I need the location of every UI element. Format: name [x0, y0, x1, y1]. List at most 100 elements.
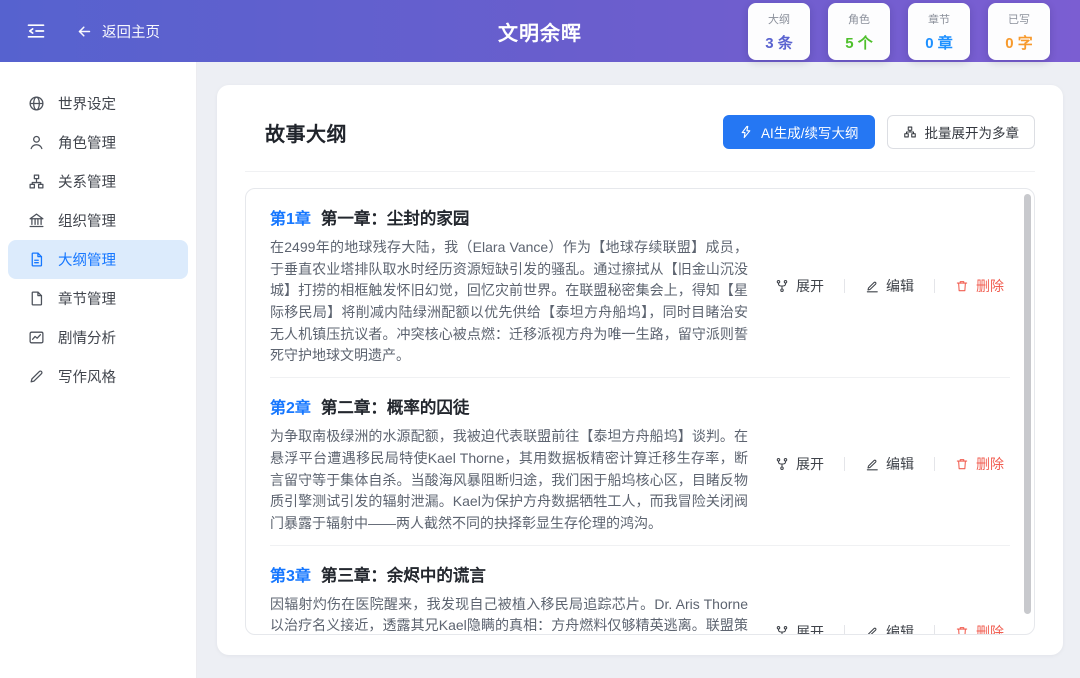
- edit-pencil-icon: [865, 457, 879, 471]
- chapter-number-badge: 第3章: [270, 562, 311, 586]
- scrollbar-thumb[interactable]: [1024, 194, 1031, 614]
- stat-value: 5 个: [845, 32, 873, 53]
- batch-expand-icon: [903, 125, 917, 139]
- action-label: 展开: [796, 276, 824, 296]
- chapter-number-badge: 第2章: [270, 394, 311, 418]
- chapter-list: 第1章第一章：尘封的家园在2499年的地球残存大陆，我（Elara Vance）…: [245, 188, 1035, 635]
- action-separator: [934, 279, 935, 293]
- stat-card: 已写0 字: [988, 3, 1050, 60]
- stat-label: 大纲: [768, 11, 790, 27]
- chapter-actions: 展开 编辑 删除: [775, 454, 1004, 474]
- collapse-sidebar-icon[interactable]: [26, 21, 46, 41]
- page-title-header: 文明余晖: [498, 17, 582, 46]
- section-title: 故事大纲: [265, 118, 347, 147]
- action-label: 删除: [976, 276, 1004, 296]
- relations-icon: [28, 173, 45, 190]
- header-stats: 大纲 3 条 角色 5 个 章节 0 章 已写0 字: [748, 3, 1080, 60]
- stat-value: 0 章: [925, 32, 953, 53]
- chapter-text-block: 第1章第一章：尘封的家园在2499年的地球残存大陆，我（Elara Vance）…: [270, 205, 748, 367]
- chapter-title: 第三章：余烬中的谎言: [321, 562, 486, 586]
- sidebar-item-outline-doc[interactable]: 大纲管理: [8, 240, 188, 279]
- header-left: 返回主页: [26, 21, 160, 42]
- chapter-summary: 因辐射灼伤在医院醒来，我发现自己被植入移民局追踪芯片。Dr. Aris Thor…: [270, 594, 748, 635]
- body-frame: 世界设定角色管理关系管理组织管理大纲管理章节管理剧情分析写作风格 故事大纲 AI…: [0, 62, 1080, 678]
- sidebar-item-label: 组织管理: [58, 210, 116, 231]
- stat-card: 角色 5 个: [828, 3, 890, 60]
- sidebar-item-organization[interactable]: 组织管理: [0, 201, 196, 240]
- stat-value: 3 条: [765, 32, 793, 53]
- sidebar-item-writing-style[interactable]: 写作风格: [0, 357, 196, 396]
- chapter-title: 第一章：尘封的家园: [321, 205, 470, 229]
- sidebar-item-plot-analysis[interactable]: 剧情分析: [0, 318, 196, 357]
- main-area: 故事大纲 AI生成/续写大纲: [196, 62, 1080, 678]
- edit-chapter-button[interactable]: 编辑: [865, 622, 914, 635]
- trash-icon: [955, 279, 969, 293]
- sidebar-item-label: 世界设定: [58, 93, 116, 114]
- organization-icon: [28, 212, 45, 229]
- top-header: 返回主页 文明余晖 大纲 3 条 角色 5 个 章节 0 章 已写0 字: [0, 0, 1080, 62]
- stat-label: 角色: [848, 11, 870, 27]
- stat-card: 章节 0 章: [908, 3, 970, 60]
- sidebar-item-chapter-file[interactable]: 章节管理: [0, 279, 196, 318]
- sidebar-item-label: 角色管理: [58, 132, 116, 153]
- edit-chapter-button[interactable]: 编辑: [865, 276, 914, 296]
- expand-chapter-button[interactable]: 展开: [775, 622, 824, 635]
- sidebar-item-relations[interactable]: 关系管理: [0, 162, 196, 201]
- action-label: 展开: [796, 622, 824, 635]
- delete-chapter-button[interactable]: 删除: [955, 276, 1004, 296]
- sidebar-item-label: 关系管理: [58, 171, 116, 192]
- expand-chapter-button[interactable]: 展开: [775, 276, 824, 296]
- back-to-home-link[interactable]: 返回主页: [76, 21, 160, 42]
- chapter-file-icon: [28, 290, 45, 307]
- action-separator: [934, 457, 935, 471]
- trash-icon: [955, 457, 969, 471]
- edit-pencil-icon: [865, 625, 879, 635]
- delete-chapter-button[interactable]: 删除: [955, 454, 1004, 474]
- edit-pencil-icon: [865, 279, 879, 293]
- back-arrow-icon: [76, 23, 93, 40]
- expand-fork-icon: [775, 625, 789, 635]
- batch-expand-chapters-button[interactable]: 批量展开为多章: [887, 115, 1036, 149]
- sidebar-item-globe[interactable]: 世界设定: [0, 84, 196, 123]
- expand-fork-icon: [775, 279, 789, 293]
- sidebar-nav: 世界设定角色管理关系管理组织管理大纲管理章节管理剧情分析写作风格: [0, 62, 196, 678]
- lightning-icon: [739, 125, 753, 139]
- chapter-text-block: 第2章第二章：概率的囚徒为争取南极绿洲的水源配额，我被迫代表联盟前往【泰坦方舟船…: [270, 394, 748, 534]
- action-label: 编辑: [886, 622, 914, 635]
- action-label: 删除: [976, 622, 1004, 635]
- ai-generate-outline-button[interactable]: AI生成/续写大纲: [723, 115, 875, 149]
- sidebar-item-label: 剧情分析: [58, 327, 116, 348]
- header-buttons: AI生成/续写大纲 批量展开为多章: [723, 115, 1035, 149]
- chapter-title: 第二章：概率的囚徒: [321, 394, 470, 418]
- expand-chapter-button[interactable]: 展开: [775, 454, 824, 474]
- stat-card: 大纲 3 条: [748, 3, 810, 60]
- chapter-row: 第3章第三章：余烬中的谎言因辐射灼伤在医院醒来，我发现自己被植入移民局追踪芯片。…: [246, 546, 1034, 635]
- edit-chapter-button[interactable]: 编辑: [865, 454, 914, 474]
- writing-style-icon: [28, 368, 45, 385]
- delete-chapter-button[interactable]: 删除: [955, 622, 1004, 635]
- action-separator: [844, 625, 845, 635]
- globe-icon: [28, 95, 45, 112]
- chapter-title-row: 第1章第一章：尘封的家园: [270, 205, 748, 229]
- action-label: 编辑: [886, 454, 914, 474]
- back-label: 返回主页: [102, 21, 160, 42]
- outline-doc-icon: [28, 251, 45, 268]
- chapter-actions: 展开 编辑 删除: [775, 622, 1004, 635]
- trash-icon: [955, 625, 969, 635]
- plot-analysis-icon: [28, 329, 45, 346]
- stat-label: 已写: [1008, 11, 1030, 27]
- action-label: 删除: [976, 454, 1004, 474]
- sidebar-item-character[interactable]: 角色管理: [0, 123, 196, 162]
- chapter-row: 第1章第一章：尘封的家园在2499年的地球残存大陆，我（Elara Vance）…: [246, 189, 1034, 377]
- card-header: 故事大纲 AI生成/续写大纲: [245, 85, 1035, 172]
- chapter-row: 第2章第二章：概率的囚徒为争取南极绿洲的水源配额，我被迫代表联盟前往【泰坦方舟船…: [246, 378, 1034, 544]
- action-separator: [844, 457, 845, 471]
- chapter-text-block: 第3章第三章：余烬中的谎言因辐射灼伤在医院醒来，我发现自己被植入移民局追踪芯片。…: [270, 562, 748, 635]
- action-label: 展开: [796, 454, 824, 474]
- chapter-title-row: 第2章第二章：概率的囚徒: [270, 394, 748, 418]
- stat-label: 章节: [928, 11, 950, 27]
- sidebar-item-label: 写作风格: [58, 366, 116, 387]
- action-separator: [844, 279, 845, 293]
- chapter-title-row: 第3章第三章：余烬中的谎言: [270, 562, 748, 586]
- sidebar-item-label: 大纲管理: [58, 249, 116, 270]
